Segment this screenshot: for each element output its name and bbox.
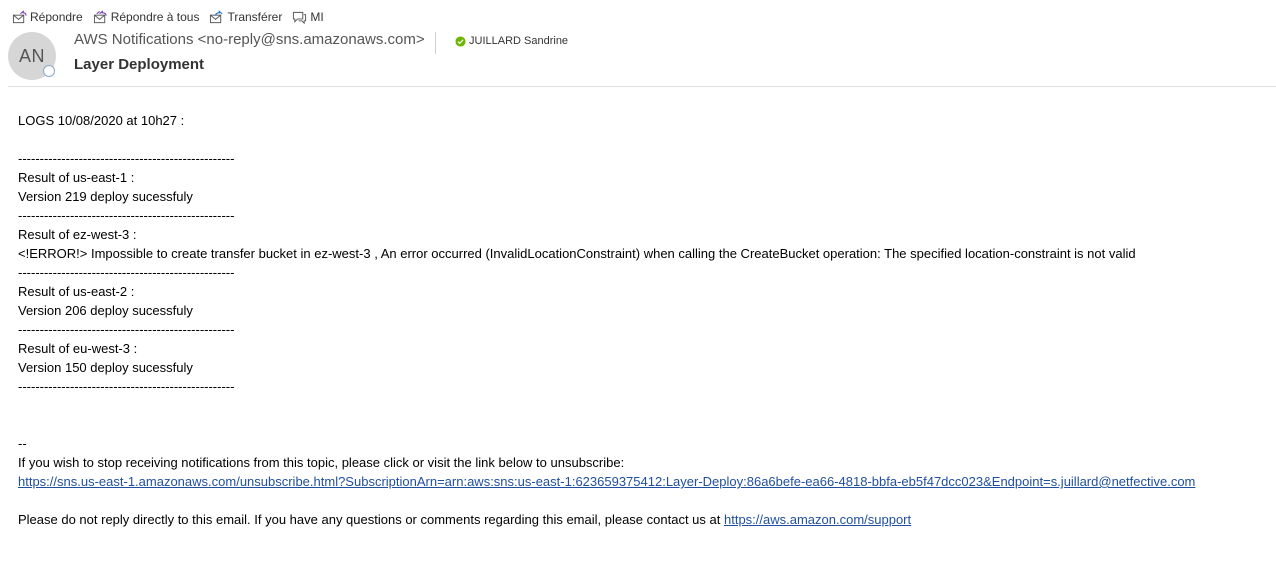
result-heading: Result of us-east-1 :	[18, 170, 135, 185]
result-heading: Result of us-east-2 :	[18, 284, 135, 299]
separator-line: ----------------------------------------…	[18, 208, 235, 223]
result-heading: Result of eu-west-3 :	[18, 341, 138, 356]
contact-text: Please do not reply directly to this ema…	[18, 512, 724, 527]
separator-line: ----------------------------------------…	[18, 265, 235, 280]
unsubscribe-text: If you wish to stop receiving notificati…	[18, 455, 625, 470]
sender-address[interactable]: AWS Notifications <no-reply@sns.amazonaw…	[74, 31, 425, 48]
reply-icon	[12, 9, 27, 25]
forward-button[interactable]: Transférer	[209, 9, 283, 25]
logs-title: LOGS 10/08/2020 at 10h27 :	[18, 113, 185, 128]
reply-all-icon	[93, 9, 108, 25]
result-message: Version 206 deploy sucessfuly	[18, 303, 193, 318]
message-subject: Layer Deployment	[74, 56, 205, 73]
message-toolbar: Répondre Répondre à tous Transférer MI	[12, 8, 324, 26]
contact-line: Please do not reply directly to this ema…	[18, 510, 1195, 529]
recipient[interactable]: JUILLARD Sandrine	[455, 35, 568, 47]
unsubscribe-line: https://sns.us-east-1.amazonaws.com/unsu…	[18, 472, 1195, 491]
instant-message-label: MI	[310, 10, 324, 24]
separator-line: ----------------------------------------…	[18, 379, 235, 394]
reply-button[interactable]: Répondre	[12, 9, 83, 25]
unsubscribe-link[interactable]: https://sns.us-east-1.amazonaws.com/unsu…	[18, 474, 1195, 489]
support-link[interactable]: https://aws.amazon.com/support	[724, 512, 911, 527]
reply-all-label: Répondre à tous	[110, 10, 200, 24]
recipient-name: JUILLARD Sandrine	[469, 35, 569, 47]
presence-status-icon	[43, 65, 55, 77]
result-heading: Result of ez-west-3 :	[18, 227, 137, 242]
instant-message-button[interactable]: MI	[292, 10, 324, 25]
instant-message-icon	[292, 10, 307, 25]
forward-icon	[209, 9, 224, 25]
signature-dash: --	[18, 436, 27, 451]
reply-all-button[interactable]: Répondre à tous	[93, 9, 200, 25]
forward-label: Transférer	[227, 10, 283, 24]
separator-line: ----------------------------------------…	[18, 322, 235, 337]
avatar-initials: AN	[18, 45, 45, 66]
message-body: LOGS 10/08/2020 at 10h27 : -------------…	[18, 111, 1195, 529]
header-divider	[435, 32, 436, 54]
result-message: Version 219 deploy sucessfuly	[18, 189, 193, 204]
header-separator	[8, 86, 1276, 87]
separator-line: ----------------------------------------…	[18, 151, 235, 166]
result-error-message: <!ERROR!> Impossible to create transfer …	[18, 246, 1136, 261]
available-status-icon	[455, 35, 466, 47]
reply-label: Répondre	[30, 10, 83, 24]
message-header: AN AWS Notifications <no-reply@sns.amazo…	[8, 30, 1276, 86]
result-message: Version 150 deploy sucessfuly	[18, 360, 193, 375]
